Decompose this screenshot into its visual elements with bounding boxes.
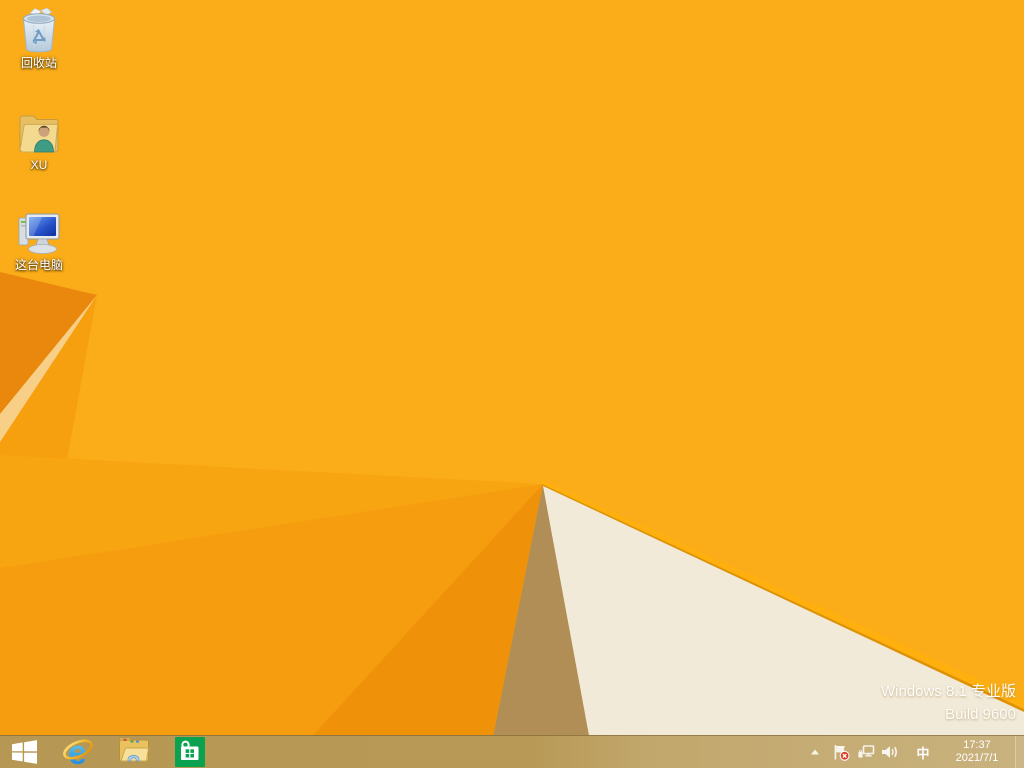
file-explorer-icon	[117, 737, 151, 767]
show-desktop-strip[interactable]	[1015, 736, 1024, 768]
taskbar-internet-explorer-button[interactable]: e	[50, 736, 106, 768]
desktop-icon-label: XU	[31, 159, 48, 172]
system-tray: 中 17:37 2021/7/1	[806, 736, 1024, 768]
desktop-icon-user-folder[interactable]: XU	[0, 106, 78, 172]
taskbar-file-explorer-button[interactable]	[106, 736, 162, 768]
this-pc-icon	[16, 212, 62, 256]
flag-icon	[832, 744, 850, 761]
tray-show-hidden-icons-button[interactable]	[806, 736, 824, 768]
tray-clock-button[interactable]: 17:37 2021/7/1	[941, 736, 1013, 768]
start-button[interactable]	[0, 736, 50, 768]
watermark: Windows 8.1 专业版 Build 9600	[881, 680, 1016, 726]
desktop-icon-label: 这台电脑	[15, 259, 63, 272]
user-folder-icon	[17, 106, 61, 156]
tray-ime-button[interactable]: 中	[914, 736, 932, 768]
windows-logo-icon	[12, 740, 38, 764]
wallpaper	[0, 0, 1024, 768]
desktop-icon-recycle-bin[interactable]: 回收站	[0, 6, 78, 70]
tray-action-center-button[interactable]	[831, 736, 851, 768]
volume-icon	[880, 744, 899, 760]
desktop: 回收站 XU 这台电脑	[0, 0, 1024, 768]
recycle-bin-icon	[17, 6, 61, 54]
watermark-edition: Windows 8.1 专业版	[881, 680, 1016, 703]
network-icon	[857, 744, 875, 760]
chevron-up-icon	[808, 745, 822, 759]
taskbar: e	[0, 735, 1024, 768]
store-icon	[175, 737, 205, 767]
desktop-icon-label: 回收站	[21, 57, 57, 70]
tray-network-button[interactable]	[856, 736, 876, 768]
watermark-build: Build 9600	[881, 703, 1016, 726]
internet-explorer-icon: e	[62, 737, 94, 767]
tray-volume-button[interactable]	[879, 736, 900, 768]
taskbar-store-button[interactable]	[162, 736, 218, 768]
tray-date: 2021/7/1	[956, 752, 999, 765]
tray-time: 17:37	[963, 739, 991, 752]
desktop-icon-this-pc[interactable]: 这台电脑	[0, 212, 78, 272]
ime-indicator-label: 中	[916, 743, 929, 762]
